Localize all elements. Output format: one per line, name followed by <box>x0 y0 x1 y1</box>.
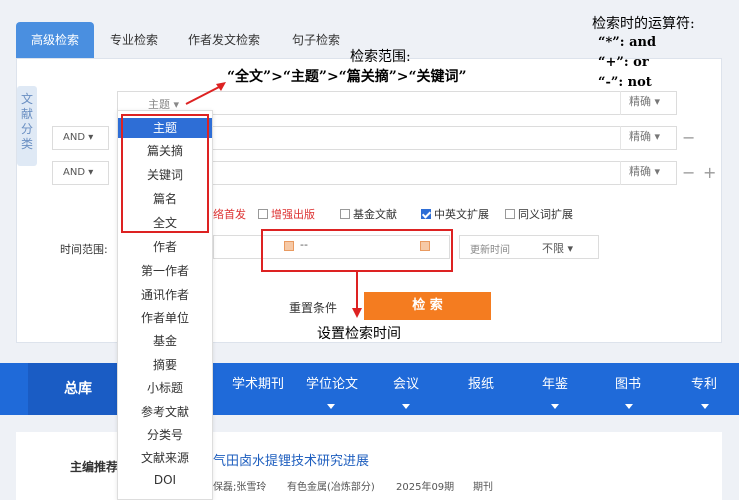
scope-order-annotation: “全文”>“主题”>“篇关摘”>“关键词” <box>227 69 467 85</box>
scope-arrow-line <box>185 85 222 105</box>
operator-and-annotation: “*”: and <box>598 35 657 50</box>
operators-title-annotation: 检索时的运算符: <box>592 16 695 32</box>
scope-title-annotation: 检索范围: <box>350 49 411 65</box>
operator-or-annotation: “+”: or <box>598 55 649 70</box>
operator-not-annotation: “-”: not <box>598 75 652 90</box>
time-note-annotation: 设置检索时间 <box>317 326 401 342</box>
scope-arrow-head <box>216 82 226 91</box>
time-arrow-head <box>352 308 362 318</box>
